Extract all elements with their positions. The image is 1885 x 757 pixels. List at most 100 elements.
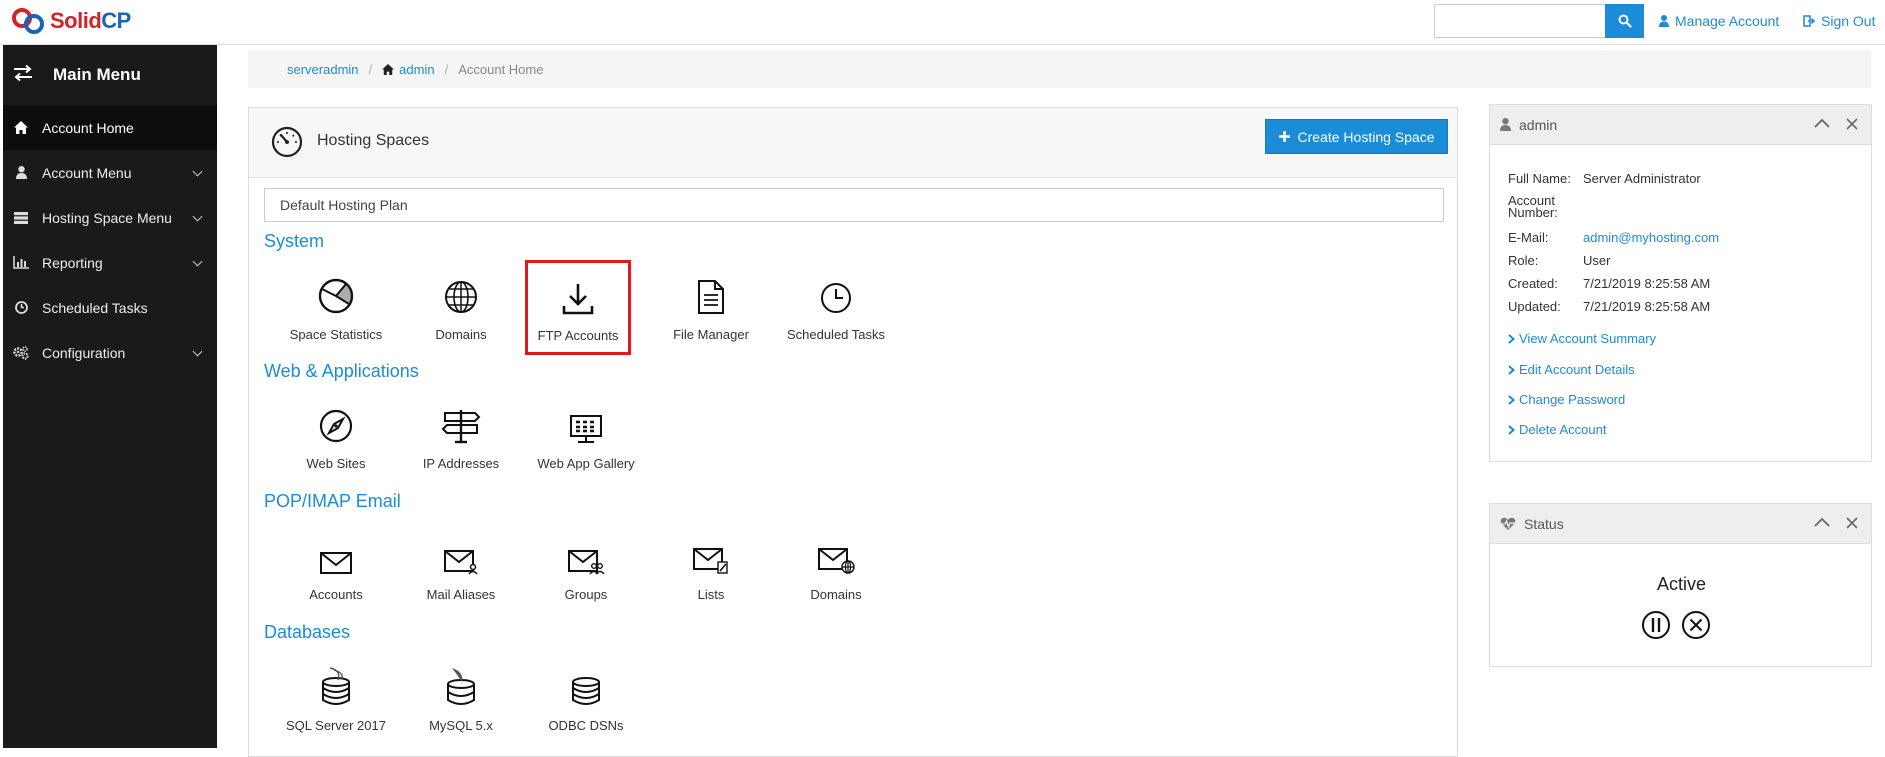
compass-icon — [319, 409, 353, 443]
chevron-right-icon — [1508, 424, 1515, 435]
sql-server-database-icon — [322, 667, 350, 705]
mysql-database-icon — [447, 668, 475, 705]
sidebar-toggle[interactable]: Main Menu — [3, 45, 217, 105]
signpost-icon — [441, 410, 481, 444]
sign-out-icon — [1803, 15, 1815, 27]
delete-account-link[interactable]: Delete Account — [1508, 422, 1606, 437]
edit-account-details-link[interactable]: Edit Account Details — [1508, 362, 1635, 377]
tile-file-manager[interactable]: File Manager — [651, 265, 771, 355]
collapse-chevron-icon[interactable] — [1814, 117, 1830, 129]
envelope-user-icon — [444, 550, 478, 575]
user-icon — [1500, 118, 1511, 131]
envelope-group-icon — [568, 550, 605, 575]
pie-chart-icon — [318, 278, 354, 314]
tile-mysql[interactable]: MySQL 5.x — [401, 656, 521, 746]
tile-domains[interactable]: Domains — [401, 265, 521, 355]
sidebar: Main Menu Account Home Account Menu Host… — [3, 45, 217, 748]
tile-mail-lists[interactable]: Lists — [651, 525, 771, 615]
search-icon — [1618, 14, 1632, 28]
breadcrumb-admin[interactable]: admin — [382, 62, 435, 77]
database-icon — [572, 677, 600, 705]
envelope-globe-icon — [818, 548, 855, 574]
panel-title: Hosting Spaces — [317, 132, 430, 149]
info-email: E-Mail: admin@myhosting.com — [1508, 230, 1720, 245]
envelope-icon — [320, 552, 352, 574]
account-panel-header: admin — [1490, 105, 1871, 145]
home-icon — [382, 63, 395, 75]
envelope-edit-icon — [693, 548, 728, 574]
breadcrumb-current: Account Home — [458, 61, 544, 77]
download-icon — [562, 284, 594, 315]
sign-out-link[interactable]: Sign Out — [1803, 13, 1875, 29]
document-icon — [698, 280, 724, 314]
manage-account-link[interactable]: Manage Account — [1659, 13, 1779, 29]
hosting-plan-header[interactable]: Default Hosting Plan — [264, 188, 1444, 222]
user-icon — [13, 165, 29, 181]
pause-circle-icon[interactable] — [1641, 610, 1671, 640]
logo-icon — [10, 6, 50, 36]
chevron-down-icon — [192, 256, 203, 267]
close-icon[interactable] — [1846, 517, 1858, 529]
tile-web-sites[interactable]: Web Sites — [276, 394, 396, 484]
chevron-down-icon — [192, 346, 203, 357]
panel-header: Hosting Spaces Create Hosting Space — [249, 108, 1457, 178]
tile-mail-groups[interactable]: Groups — [526, 525, 646, 615]
status-panel-header: Status — [1490, 504, 1871, 544]
info-role: Role: User — [1508, 253, 1611, 268]
dashboard-gauge-icon — [271, 126, 303, 158]
breadcrumb: serveradmin / admin / Account Home — [248, 50, 1871, 88]
tile-mail-domains[interactable]: Domains — [776, 525, 896, 615]
tile-space-statistics[interactable]: Space Statistics — [276, 265, 396, 355]
search-input[interactable] — [1434, 4, 1605, 38]
sidebar-item-account-menu[interactable]: Account Menu — [3, 150, 217, 195]
tile-web-app-gallery[interactable]: Web App Gallery — [526, 394, 646, 484]
globe-icon — [445, 281, 477, 313]
sidebar-item-account-home[interactable]: Account Home — [3, 105, 217, 150]
status-panel: Status Active — [1489, 503, 1872, 667]
heartbeat-icon — [1500, 517, 1516, 531]
app-gallery-icon — [570, 415, 602, 443]
clock-icon — [821, 283, 851, 313]
status-value: Active — [1656, 574, 1707, 594]
hosting-spaces-panel: Hosting Spaces Create Hosting Space Defa… — [248, 107, 1458, 757]
view-account-summary-link[interactable]: View Account Summary — [1508, 331, 1656, 346]
top-bar: SolidCP Manage Account Sign Out — [0, 0, 1885, 45]
email-link[interactable]: admin@myhosting.com — [1583, 230, 1719, 245]
tile-odbc-dsns[interactable]: ODBC DSNs — [526, 656, 646, 746]
close-icon[interactable] — [1846, 118, 1858, 130]
change-password-link[interactable]: Change Password — [1508, 392, 1625, 407]
tile-ip-addresses[interactable]: IP Addresses — [401, 394, 521, 484]
sidebar-item-scheduled-tasks[interactable]: Scheduled Tasks — [3, 285, 217, 330]
sidebar-item-configuration[interactable]: Configuration — [3, 330, 217, 375]
section-title-web-applications: Web & Applications — [264, 361, 419, 381]
sidebar-item-reporting[interactable]: Reporting — [3, 240, 217, 285]
chevron-right-icon — [1508, 333, 1515, 344]
tile-mail-accounts[interactable]: Accounts — [276, 525, 396, 615]
tile-sql-server[interactable]: SQL Server 2017 — [276, 656, 396, 746]
tile-ftp-accounts[interactable]: FTP Accounts — [525, 260, 631, 355]
chevron-down-icon — [192, 211, 203, 222]
info-full-name: Full Name: Server Administrator — [1508, 171, 1701, 186]
search-button[interactable] — [1605, 4, 1644, 38]
info-account-number: Account Number: — [1508, 193, 1558, 220]
plus-icon — [1278, 131, 1290, 142]
chevron-right-icon — [1508, 394, 1515, 405]
tile-mail-aliases[interactable]: Mail Aliases — [401, 525, 521, 615]
swap-arrows-icon — [13, 64, 37, 86]
collapse-chevron-icon[interactable] — [1814, 516, 1830, 528]
user-icon — [1659, 15, 1669, 27]
server-icon — [13, 210, 29, 226]
create-hosting-space-button[interactable]: Create Hosting Space — [1265, 119, 1448, 154]
info-created: Created: 7/21/2019 8:25:58 AM — [1508, 276, 1711, 291]
cancel-circle-icon[interactable] — [1681, 610, 1711, 640]
section-title-databases: Databases — [264, 622, 351, 642]
tile-scheduled-tasks[interactable]: Scheduled Tasks — [776, 265, 896, 355]
sidebar-item-hosting-space-menu[interactable]: Hosting Space Menu — [3, 195, 217, 240]
clock-icon — [13, 300, 29, 316]
chevron-down-icon — [192, 166, 203, 177]
breadcrumb-serveradmin[interactable]: serveradmin — [287, 62, 359, 77]
home-icon — [13, 120, 29, 136]
bar-chart-icon — [13, 255, 29, 271]
solidcp-logo[interactable]: SolidCP — [10, 6, 131, 36]
section-title-system: System — [264, 231, 325, 251]
